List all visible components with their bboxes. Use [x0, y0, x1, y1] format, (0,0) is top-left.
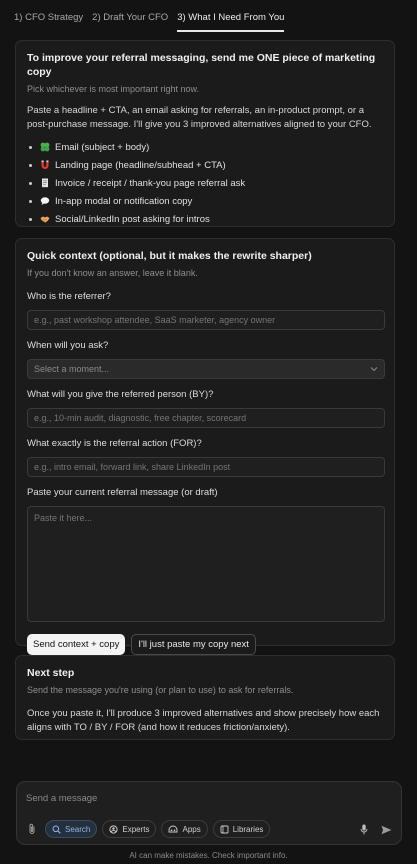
receipt-icon	[42, 178, 48, 188]
library-icon	[220, 825, 229, 833]
for-input[interactable]	[27, 457, 385, 477]
speech-bubble-icon	[40, 197, 50, 205]
list-item: Social/LinkedIn post asking for intros	[27, 210, 383, 228]
tab-bar: 1) CFO Strategy 2) Draft Your CFO 3) Wha…	[0, 0, 417, 32]
libraries-tool-label: Libraries	[232, 824, 264, 834]
list-item: Landing page (headline/subhead + CTA)	[27, 156, 383, 174]
card-title: Next step	[27, 667, 75, 679]
card-subtitle: If you don't know an answer, leave it bl…	[27, 268, 198, 278]
list-item-label: Invoice / receipt / thank-you page refer…	[55, 177, 246, 189]
card-paragraph: Paste a headline + CTA, an email asking …	[27, 105, 372, 130]
paste-copy-next-button[interactable]: I'll just paste my copy next	[131, 634, 256, 655]
apps-tool-button[interactable]: Apps	[161, 820, 208, 838]
referrer-label: Who is the referrer?	[27, 291, 111, 302]
card-paragraph: Once you paste it, I'll produce 3 improv…	[27, 708, 380, 733]
when-label: When will you ask?	[27, 340, 109, 351]
list-item-label: Email (subject + body)	[55, 141, 150, 153]
send-context-button[interactable]: Send context + copy	[27, 634, 126, 655]
search-tool-label: Search	[65, 824, 91, 834]
message-input[interactable]	[26, 790, 386, 806]
list-item: In-app modal or notification copy	[27, 192, 383, 210]
card-subtitle: Pick whichever is most important right n…	[27, 84, 200, 94]
card-title: To improve your referral messaging, send…	[27, 52, 376, 78]
tab-cfo-strategy[interactable]: 1) CFO Strategy	[14, 12, 83, 32]
marketing-copy-card: To improve your referral messaging, send…	[15, 40, 395, 227]
apps-tool-label: Apps	[182, 824, 201, 834]
experts-icon	[109, 824, 118, 834]
message-textarea[interactable]	[27, 506, 385, 622]
next-step-card: Next step Send the message you're using …	[15, 655, 395, 740]
by-input[interactable]	[27, 408, 385, 428]
list-item: Invoice / receipt / thank-you page refer…	[27, 174, 383, 192]
moment-select-value: Select a moment...	[34, 364, 110, 374]
copy-type-list: Email (subject + body) Landing page (hea…	[27, 138, 383, 228]
action-buttons: Send context + copy I'll just paste my c…	[27, 634, 383, 655]
list-item: Email (subject + body)	[27, 138, 383, 156]
card-subtitle: Send the message you're using (or plan t…	[27, 685, 294, 695]
card-title: Quick context (optional, but it makes th…	[27, 250, 312, 262]
tab-draft-your-cfo[interactable]: 2) Draft Your CFO	[92, 12, 168, 32]
moment-select[interactable]: Select a moment...	[27, 359, 385, 379]
for-label: What exactly is the referral action (FOR…	[27, 438, 202, 449]
libraries-tool-button[interactable]: Libraries	[212, 820, 271, 838]
search-tool-button[interactable]: Search	[45, 820, 98, 838]
globe-search-icon	[52, 825, 61, 834]
handshake-icon	[40, 216, 50, 223]
disclaimer-text: AI can make mistakes. Check important in…	[129, 851, 288, 860]
quick-context-card: Quick context (optional, but it makes th…	[15, 238, 395, 655]
chevron-down-icon	[370, 367, 378, 372]
apps-icon	[169, 825, 178, 832]
experts-tool-button[interactable]: Experts	[102, 820, 157, 838]
list-item-label: Social/LinkedIn post asking for intros	[55, 213, 210, 225]
microphone-icon[interactable]	[360, 824, 368, 835]
message-label: Paste your current referral message (or …	[27, 487, 218, 498]
four-leaf-clover-icon	[40, 142, 50, 152]
message-composer: Search Experts Apps Libraries	[16, 781, 402, 845]
send-icon[interactable]	[381, 825, 392, 835]
composer-toolbar: Search Experts Apps Libraries	[25, 820, 275, 838]
by-label: What will you give the referred person (…	[27, 389, 214, 400]
tab-what-i-need[interactable]: 3) What I Need From You	[177, 12, 285, 32]
referrer-input[interactable]	[27, 310, 385, 330]
list-item-label: In-app modal or notification copy	[55, 195, 193, 207]
magnet-icon	[41, 160, 49, 169]
list-item-label: Landing page (headline/subhead + CTA)	[55, 159, 226, 171]
experts-tool-label: Experts	[122, 824, 150, 834]
paperclip-icon[interactable]	[27, 823, 37, 835]
